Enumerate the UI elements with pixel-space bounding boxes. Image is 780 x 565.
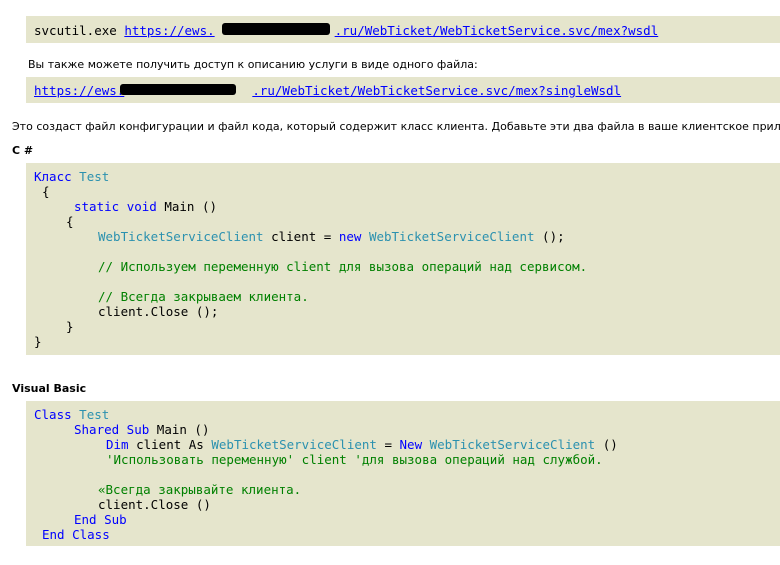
- single-wsdl-link-suffix[interactable]: .ru/WebTicket/WebTicketService.svc/mex?s…: [252, 83, 621, 98]
- svcutil-command: svcutil.exe: [34, 23, 125, 38]
- vb-comment-use: 'Использовать переменную' client 'для вы…: [106, 452, 603, 467]
- vb-class-keyword: Class: [34, 407, 72, 422]
- cs-line-10: }: [34, 334, 42, 349]
- single-wsdl-link-prefix[interactable]: https://ews.: [34, 83, 124, 98]
- vb-client-ctor: WebTicketServiceClient: [422, 437, 596, 452]
- cs-line-5: WebTicketServiceClient client = new WebT…: [98, 229, 565, 244]
- vb-comment-close: «Всегда закрывайте клиента.: [98, 482, 302, 497]
- vb-new-keyword: New: [399, 437, 423, 452]
- svcutil-line: svcutil.exe https://ews. .ru/WebTicket/We…: [34, 23, 658, 38]
- redaction-mark-2: [120, 84, 236, 95]
- cs-line-2: {: [42, 184, 50, 199]
- cs-client-type: WebTicketServiceClient: [98, 229, 264, 244]
- cs-class-name: Test: [71, 169, 110, 184]
- vb-end-class: End Class: [42, 527, 110, 542]
- cs-client-ctor: WebTicketServiceClient: [361, 229, 535, 244]
- vb-client-type: WebTicketServiceClient: [211, 437, 377, 452]
- vb-end-sub: End Sub: [74, 512, 127, 527]
- vb-ctor-end: (): [595, 437, 618, 452]
- cs-comment-close: // Всегда закрываем клиента.: [98, 289, 309, 304]
- single-file-intro: Вы также можете получить доступ к описан…: [28, 58, 478, 71]
- cs-new-keyword: new: [338, 229, 362, 244]
- csharp-heading: C #: [12, 144, 34, 157]
- cs-line-1: Класс Test: [34, 169, 109, 184]
- vb-line-2: Shared Sub Main (): [74, 422, 209, 437]
- vb-line-3: Dim client As WebTicketServiceClient = N…: [106, 437, 618, 452]
- vb-dim-keyword: Dim: [106, 437, 129, 452]
- cs-line-3: static void Main (): [74, 199, 217, 214]
- wsdl-link-prefix[interactable]: https://ews.: [124, 23, 214, 38]
- cs-class-keyword: Класс: [34, 169, 72, 184]
- vb-line-1: Class Test: [34, 407, 109, 422]
- description-text: Это создаст файл конфигурации и файл код…: [12, 120, 780, 133]
- vb-main-signature: Main (): [149, 422, 210, 437]
- cs-line-4: {: [66, 214, 74, 229]
- cs-close-call: client.Close ();: [98, 304, 219, 319]
- wsdl-link-suffix[interactable]: .ru/WebTicket/WebTicketService.svc/mex?w…: [335, 23, 659, 38]
- vb-heading: Visual Basic: [12, 382, 87, 395]
- cs-line-9: }: [66, 319, 74, 334]
- redaction-mark-1: [222, 23, 330, 35]
- vb-shared-sub-keyword: Shared Sub: [74, 422, 150, 437]
- cs-ctor-end: ();: [534, 229, 565, 244]
- cs-comment-use: // Используем переменную client для вызо…: [98, 259, 588, 274]
- cs-void-keyword: void: [126, 199, 157, 214]
- cs-main-signature: Main (): [156, 199, 218, 214]
- vb-client-decl: client As: [128, 437, 212, 452]
- vb-class-name: Test: [71, 407, 110, 422]
- vb-equals: =: [376, 437, 400, 452]
- cs-client-decl: client =: [263, 229, 339, 244]
- vb-close-call: client.Close (): [98, 497, 211, 512]
- wsdl-link[interactable]: https://ews. .ru/WebTicket/WebTicketServi…: [124, 23, 658, 38]
- cs-static-keyword: static: [74, 199, 120, 214]
